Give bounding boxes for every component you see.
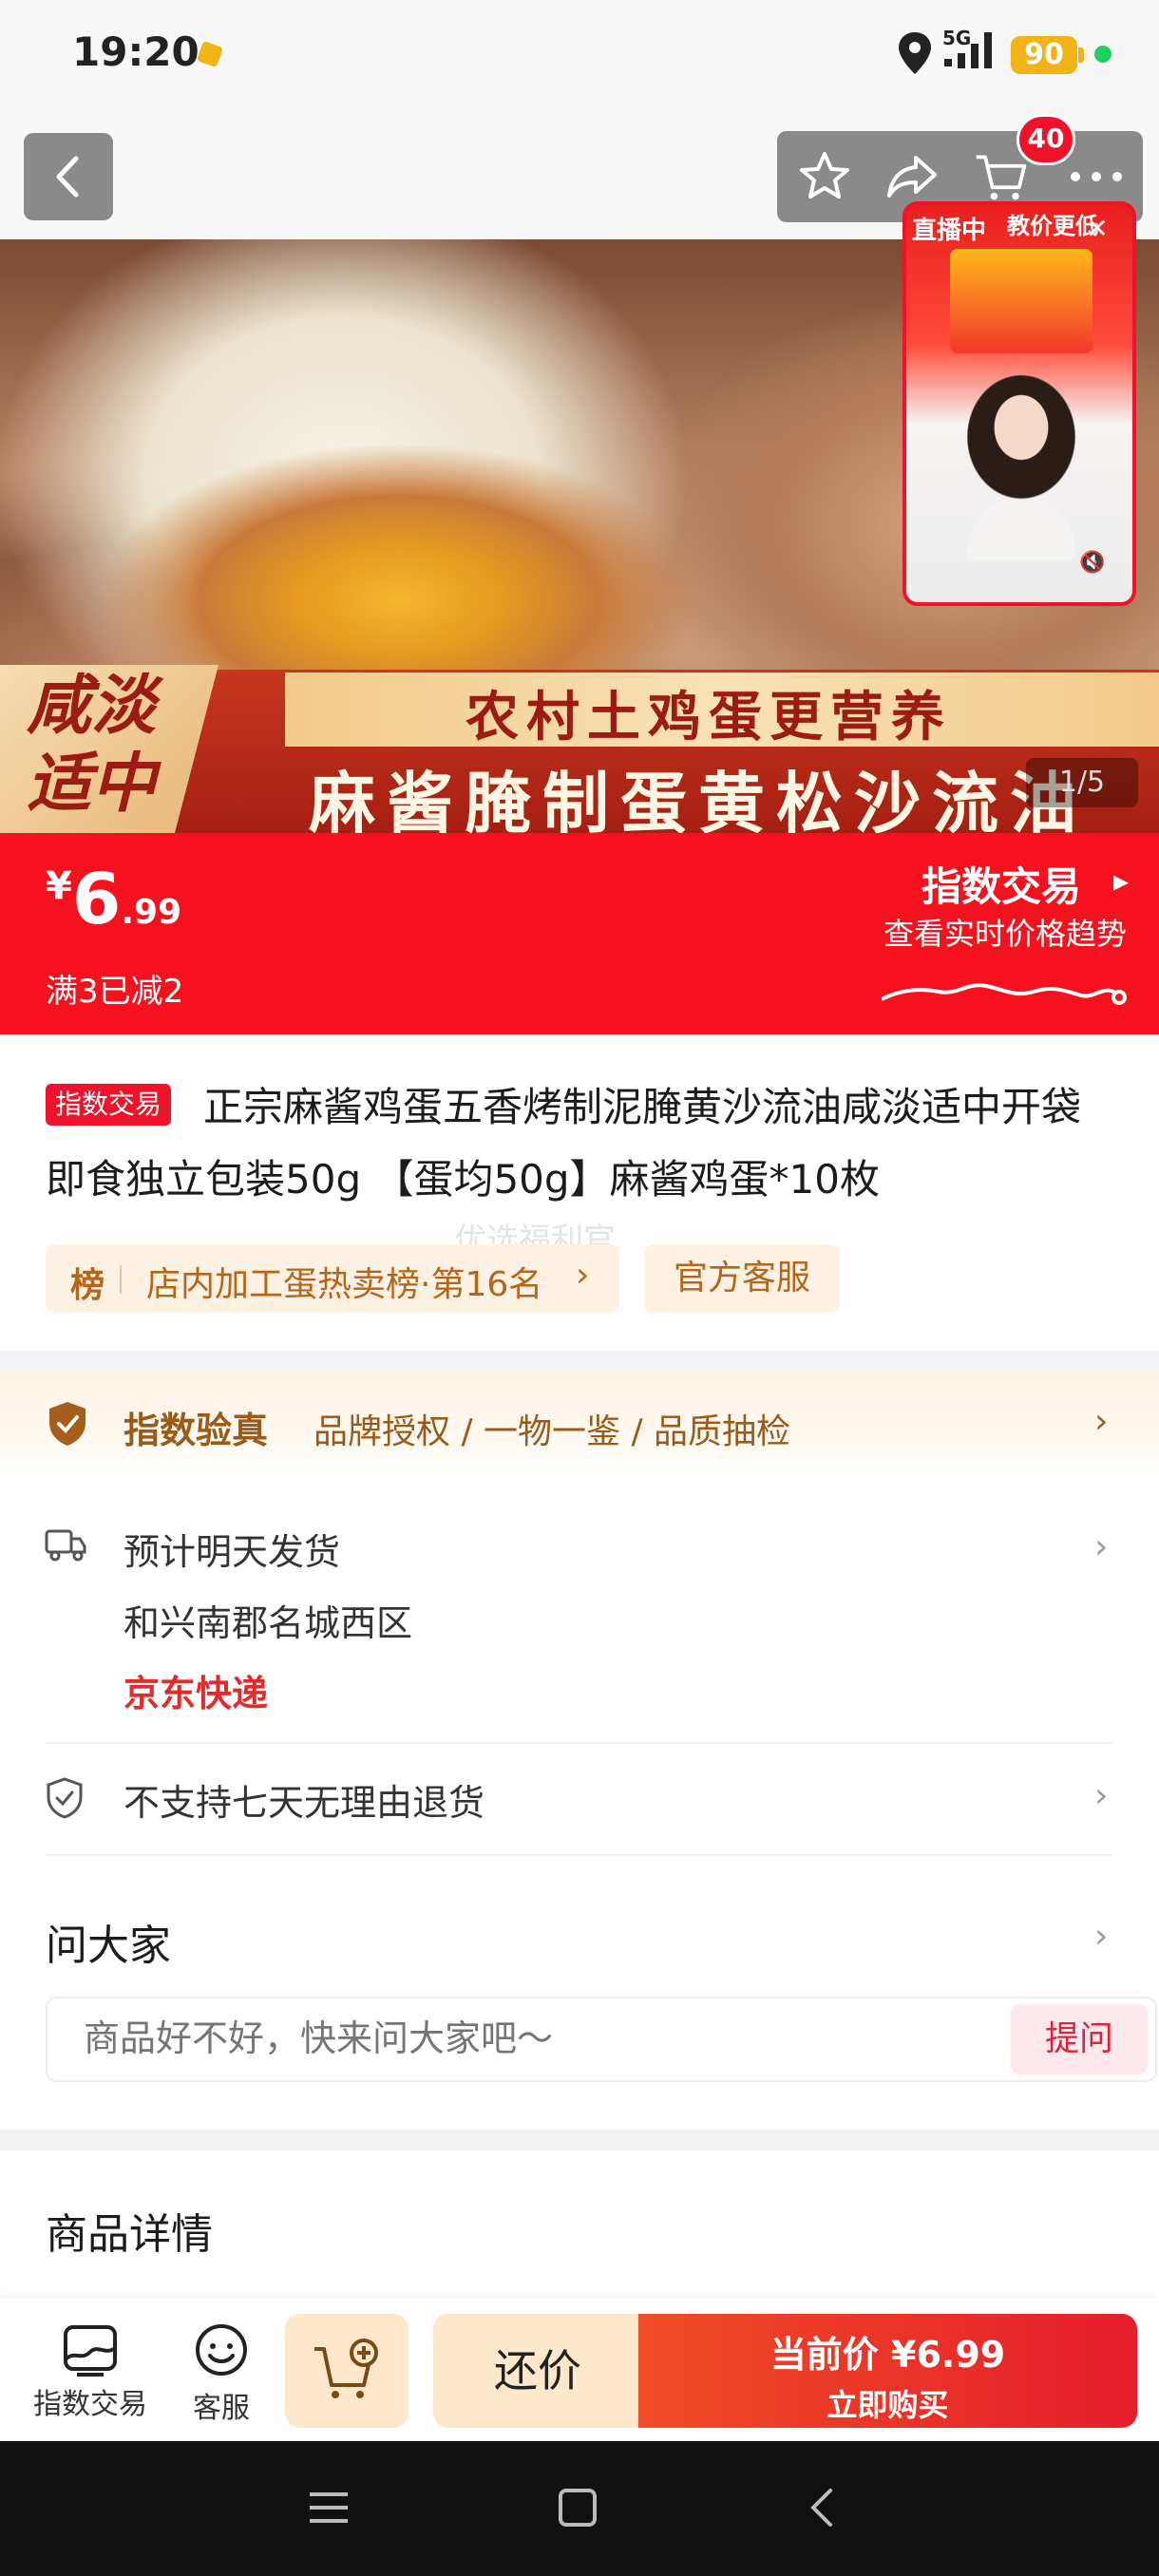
price-decimal: .99 — [121, 893, 182, 932]
chevron-right-icon: ▸ — [1113, 862, 1130, 899]
courier-name: 京东快递 — [124, 1673, 269, 1714]
authenticity-title: 指数验真 — [124, 1410, 269, 1451]
signal-icon: 5G — [942, 27, 1001, 76]
cart-button[interactable] — [973, 148, 1030, 205]
index-chart-icon — [64, 2325, 117, 2377]
favorite-button[interactable] — [796, 148, 853, 205]
menu-icon[interactable] — [300, 2479, 357, 2536]
more-icon — [1071, 172, 1122, 181]
official-service-button[interactable]: 官方客服 — [644, 1244, 840, 1313]
live-label: 直播中 — [912, 217, 987, 245]
index-tab-label: 指数交易 — [33, 2388, 147, 2421]
truck-icon — [45, 1529, 86, 1562]
hero-line-1: 农村土鸡蛋更营养 — [466, 687, 952, 748]
live-host-image — [960, 370, 1083, 560]
mute-icon[interactable]: 🔇 — [1079, 551, 1112, 579]
index-trade-link[interactable]: 指数交易 — [922, 855, 1081, 913]
divider — [46, 1742, 1112, 1744]
service-tab-label: 客服 — [193, 2392, 250, 2425]
rank-label: 榜 — [70, 1266, 105, 1305]
chevron-right-icon: › — [576, 1256, 590, 1295]
price-trend-link[interactable]: 查看实时价格趋势 — [884, 910, 1127, 954]
ask-submit-button[interactable]: 提问 — [1011, 2004, 1148, 2074]
chevron-right-icon[interactable]: › — [1094, 1917, 1108, 1956]
more-button[interactable] — [1068, 148, 1125, 205]
ask-question-input[interactable] — [84, 2017, 939, 2059]
return-policy[interactable]: 不支持七天无理由退货 — [124, 1773, 484, 1826]
index-trade-tab[interactable]: 指数交易 — [28, 2321, 152, 2426]
status-time: 19:20 — [72, 28, 200, 75]
hero-line-2: 麻酱腌制蛋黄松沙流油 — [309, 765, 1088, 843]
back-nav-icon[interactable] — [794, 2479, 851, 2536]
buy-now-button[interactable]: 当前价 ¥6.99 立即购买 — [638, 2314, 1137, 2428]
battery-tip — [1078, 47, 1084, 63]
hero-side-text: 咸淡 适中 — [27, 668, 157, 822]
ask-section-title[interactable]: 问大家 — [46, 1911, 171, 1972]
buy-price-label: 当前价 ¥6.99 — [770, 2334, 1006, 2376]
price-integer: 6 — [71, 859, 122, 940]
share-button[interactable] — [884, 148, 940, 205]
smile-icon — [196, 2324, 247, 2376]
details-title[interactable]: 商品详情 — [46, 2200, 213, 2261]
rank-divider — [120, 1265, 122, 1294]
location-icon — [899, 32, 931, 74]
chevron-right-icon: › — [1094, 1402, 1109, 1441]
chevron-left-icon — [56, 156, 79, 198]
cart-icon — [976, 155, 1027, 200]
buy-now-label: 立即购买 — [826, 2387, 949, 2423]
share-icon — [887, 156, 937, 198]
price-currency: ¥ — [46, 864, 72, 908]
shipping-estimate[interactable]: 预计明天发货 — [124, 1523, 340, 1575]
rank-text: 店内加工蛋热卖榜·第16名 — [146, 1265, 543, 1304]
cart-count-badge: 40 — [1016, 114, 1075, 165]
chevron-right-icon[interactable]: › — [1094, 1776, 1108, 1815]
add-to-cart-button[interactable] — [285, 2314, 408, 2428]
price-trend-sparkline — [882, 983, 1127, 1005]
authenticity-desc: 品牌授权 / 一物一鉴 / 品质抽检 — [314, 1412, 791, 1451]
customer-service-tab[interactable]: 客服 — [179, 2321, 264, 2426]
close-icon[interactable]: ✕ — [1083, 215, 1112, 243]
product-title: 正宗麻酱鸡蛋五香烤制泥腌黄沙流油咸淡适中开袋即食独立包装50g 【蛋均50g】麻… — [46, 1084, 1082, 1203]
battery-icon: 90 — [1011, 36, 1077, 74]
promo-text: 满3已减2 — [46, 973, 184, 1011]
chevron-right-icon[interactable]: › — [1094, 1527, 1108, 1566]
image-page-indicator: 1/5 — [1026, 758, 1138, 807]
add-cart-icon — [314, 2339, 378, 2398]
current-price: ¥6.99 — [46, 859, 181, 940]
shield-check-icon — [49, 1402, 86, 1446]
back-button[interactable] — [24, 133, 113, 220]
live-product-board — [950, 249, 1092, 353]
privacy-dot-icon — [1094, 46, 1112, 63]
star-icon — [800, 152, 849, 199]
shipping-address[interactable]: 和兴南郡名城西区 — [124, 1594, 412, 1646]
divider — [46, 1854, 1112, 1856]
index-trade-tag: 指数交易 — [46, 1084, 172, 1126]
network-type: 5G — [942, 27, 972, 49]
haggle-button[interactable]: 还价 — [433, 2314, 642, 2428]
shield-check-outline-icon — [47, 1777, 83, 1819]
home-icon[interactable] — [549, 2479, 606, 2536]
